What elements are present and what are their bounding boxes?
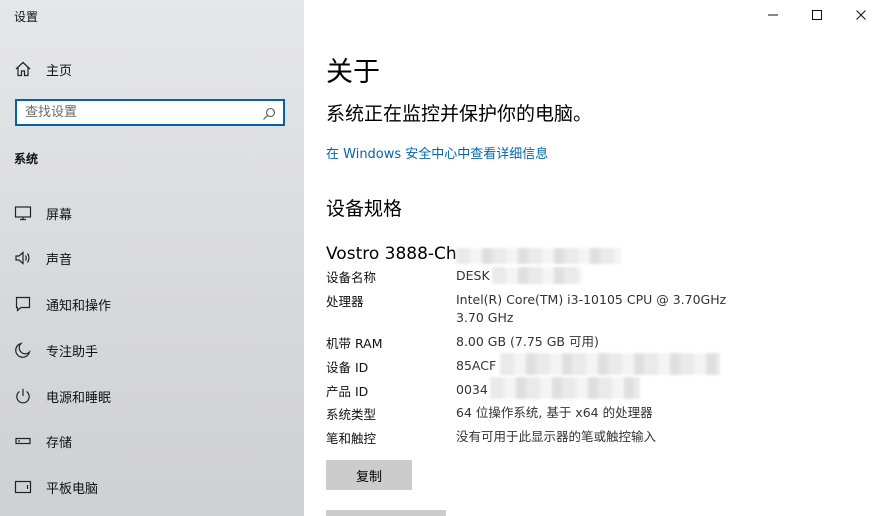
spec-label-device-name: 设备名称 bbox=[326, 270, 377, 285]
sidebar-item-focus-assist[interactable]: 专注助手 bbox=[0, 333, 304, 367]
device-specs-heading: 设备规格 bbox=[326, 198, 403, 220]
copy-button[interactable]: 复制 bbox=[326, 460, 412, 490]
windows-security-link[interactable]: 在 Windows 安全中心中查看详细信息 bbox=[326, 143, 548, 162]
redacted-blur bbox=[490, 377, 640, 399]
sidebar-item-notifications[interactable]: 通知和操作 bbox=[0, 287, 304, 321]
sidebar-item-label: 平板电脑 bbox=[46, 481, 99, 497]
sidebar-item-display[interactable]: 屏幕 bbox=[0, 196, 304, 230]
close-button[interactable] bbox=[839, 0, 883, 30]
tablet-icon bbox=[14, 478, 32, 496]
search-input[interactable] bbox=[25, 104, 255, 121]
about-panel: 关于 系统正在监控并保护你的电脑。 在 Windows 安全中心中查看详细信息 … bbox=[304, 0, 883, 516]
protection-status-text: 系统正在监控并保护你的电脑。 bbox=[326, 103, 593, 125]
sidebar-item-label: 声音 bbox=[46, 252, 73, 268]
minimize-button[interactable] bbox=[751, 0, 795, 30]
monitor-icon bbox=[14, 204, 32, 222]
sidebar-section-title: 系统 bbox=[14, 152, 39, 166]
power-icon bbox=[14, 387, 32, 405]
message-icon bbox=[14, 295, 32, 313]
search-box[interactable] bbox=[15, 99, 285, 126]
sidebar-item-tablet[interactable]: 平板电脑 bbox=[0, 470, 304, 504]
storage-icon bbox=[14, 432, 32, 450]
search-icon[interactable] bbox=[262, 106, 276, 120]
sidebar-item-home[interactable]: 主页 bbox=[0, 54, 304, 84]
redacted-blur bbox=[456, 248, 621, 264]
close-icon bbox=[855, 6, 867, 25]
sidebar-item-label: 主页 bbox=[46, 63, 73, 79]
spec-label-product-id: 产品 ID bbox=[326, 384, 369, 399]
redacted-blur bbox=[500, 353, 720, 375]
minimize-icon bbox=[767, 6, 779, 25]
spec-value-ram: 8.00 GB (7.75 GB 可用) bbox=[456, 334, 599, 349]
device-model-name: Vostro 3888-Ch bbox=[326, 244, 457, 264]
spec-label-pen-touch: 笔和触控 bbox=[326, 431, 377, 446]
sidebar-item-storage[interactable]: 存储 bbox=[0, 424, 304, 458]
spec-value-processor: Intel(R) Core(TM) i3-10105 CPU @ 3.70GHz… bbox=[456, 292, 727, 325]
maximize-icon bbox=[811, 6, 823, 25]
sidebar-item-label: 电源和睡眠 bbox=[46, 390, 112, 406]
sidebar-item-power-sleep[interactable]: 电源和睡眠 bbox=[0, 379, 304, 413]
page-title: 关于 bbox=[326, 57, 380, 88]
spec-label-processor: 处理器 bbox=[326, 294, 364, 309]
sidebar-item-label: 屏幕 bbox=[46, 207, 73, 223]
sidebar-item-label: 通知和操作 bbox=[46, 298, 112, 314]
spec-label-system-type: 系统类型 bbox=[326, 407, 377, 422]
spec-value-system-type: 64 位操作系统, 基于 x64 的处理器 bbox=[456, 405, 653, 420]
spec-label-device-id: 设备 ID bbox=[326, 360, 369, 375]
moon-icon bbox=[14, 341, 32, 359]
partial-button[interactable] bbox=[326, 510, 446, 516]
sidebar-item-label: 存储 bbox=[46, 435, 73, 451]
spec-label-ram: 机带 RAM bbox=[326, 336, 383, 351]
redacted-blur bbox=[492, 267, 582, 284]
speaker-icon bbox=[14, 249, 32, 267]
sidebar-item-sound[interactable]: 声音 bbox=[0, 241, 304, 275]
maximize-button[interactable] bbox=[795, 0, 839, 30]
home-icon bbox=[14, 60, 32, 78]
sidebar-item-label: 专注助手 bbox=[46, 344, 99, 360]
settings-sidebar: 设置 主页 系统 屏幕 声音 bbox=[0, 0, 304, 516]
app-title: 设置 bbox=[14, 10, 39, 24]
spec-value-pen-touch: 没有可用于此显示器的笔或触控输入 bbox=[456, 429, 657, 444]
